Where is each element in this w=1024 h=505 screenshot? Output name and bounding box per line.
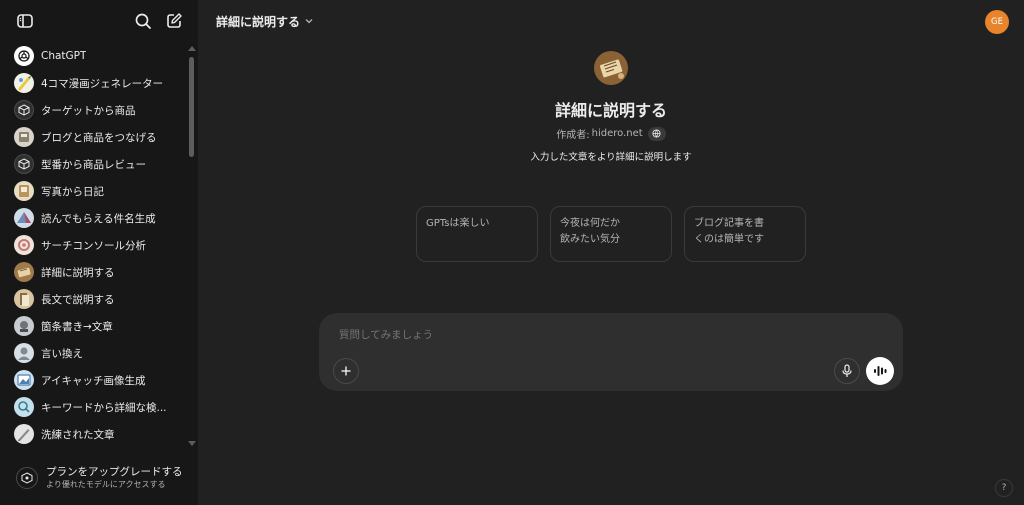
- sidebar-item-label: 型番から商品レビュー: [41, 158, 146, 171]
- sidebar-item-label: ブログと商品をつなげる: [41, 131, 157, 144]
- sidebar-item-subject-generator[interactable]: 読んでもらえる件名生成: [8, 205, 184, 231]
- sidebar-item-eyecatch[interactable]: アイキャッチ画像生成: [8, 367, 184, 393]
- creator-prefix: 作成者:: [556, 130, 590, 141]
- eyecatch-image-icon: [14, 370, 34, 390]
- photo-diary-icon: [14, 181, 34, 201]
- explain-detail-icon: [14, 262, 34, 282]
- dictate-button[interactable]: [834, 358, 860, 384]
- sidebar-item-4koma[interactable]: 4コマ漫画ジェネレーター: [8, 70, 184, 96]
- sidebar-item-label: キーワードから詳細な検...: [41, 401, 167, 414]
- suggestion-card[interactable]: 今夜は何だか 飲みたい気分: [550, 206, 672, 262]
- sidebar-item-paraphrase[interactable]: 言い換え: [8, 340, 184, 366]
- avatar[interactable]: GE: [985, 10, 1009, 34]
- search-button[interactable]: [131, 9, 155, 33]
- globe-icon[interactable]: [647, 126, 666, 141]
- sidebar-item-search-console[interactable]: サーチコンソール分析: [8, 232, 184, 258]
- sidebar-toggle-icon: [17, 14, 33, 28]
- upgrade-plan-button[interactable]: プランをアップグレードする より優れたモデルにアクセスする: [8, 460, 190, 496]
- chevron-down-icon: [305, 19, 313, 24]
- paraphrase-icon: [14, 343, 34, 363]
- new-chat-icon: [167, 13, 182, 28]
- microphone-icon: [842, 364, 852, 377]
- sidebar-item-label: アイキャッチ画像生成: [41, 374, 146, 387]
- gpt-description: 入力した文章をより詳細に説明します: [530, 152, 692, 163]
- sidebar-item-model-review[interactable]: 型番から商品レビュー: [8, 151, 184, 177]
- creator-name: hidero.net: [591, 128, 643, 139]
- cube-icon: [14, 100, 34, 120]
- upgrade-title: プランをアップグレードする: [46, 466, 183, 478]
- sidebar-item-target-product[interactable]: ターゲットから商品: [8, 97, 184, 123]
- sidebar-header: [0, 0, 198, 42]
- voice-waveform-icon: [874, 366, 887, 376]
- long-text-icon: [14, 289, 34, 309]
- sidebar-item-label: 長文で説明する: [41, 293, 115, 306]
- message-composer: [319, 313, 903, 391]
- sidebar-item-explain-detail[interactable]: 詳細に説明する: [8, 259, 184, 285]
- search-icon: [135, 13, 151, 29]
- message-input[interactable]: [339, 327, 839, 343]
- sidebar-item-label: ターゲットから商品: [41, 104, 136, 117]
- suggestion-line2: くのは簡単です: [694, 234, 764, 245]
- sidebar-item-label: 箇条書き→文章: [41, 320, 113, 333]
- sidebar-item-chatgpt[interactable]: ChatGPT: [8, 43, 184, 69]
- upgrade-icon: [16, 467, 38, 489]
- suggestion-card[interactable]: GPTsは楽しい: [416, 206, 538, 262]
- suggestion-line2: 飲みたい気分: [560, 234, 620, 245]
- sidebar-toggle-button[interactable]: [13, 9, 37, 33]
- gpt-list: ChatGPT 4コマ漫画ジェネレーター ターゲットから商品 ブログと商品をつな…: [0, 43, 186, 453]
- avatar-initials: GE: [991, 17, 1003, 27]
- scroll-up-icon[interactable]: [188, 46, 196, 51]
- suggestion-line1: ブログ記事を書: [694, 218, 764, 229]
- sidebar-item-keyword-search[interactable]: キーワードから詳細な検...: [8, 394, 184, 420]
- plus-icon: [341, 366, 351, 376]
- openai-logo-icon: [14, 46, 34, 66]
- creator-line: 作成者: hidero.net: [511, 126, 711, 141]
- sidebar-item-long-text[interactable]: 長文で説明する: [8, 286, 184, 312]
- suggestion-line1: GPTsは楽しい: [426, 218, 490, 229]
- refined-text-icon: [14, 424, 34, 444]
- gpt-title: 詳細に説明する: [554, 101, 667, 120]
- scrollbar-thumb[interactable]: [189, 57, 194, 157]
- sidebar-item-refined-text[interactable]: 洗練された文章: [8, 421, 184, 447]
- bullets-to-text-icon: [14, 316, 34, 336]
- sidebar-item-label: 洗練された文章: [41, 428, 115, 441]
- gpt-avatar-image: [594, 51, 628, 85]
- sidebar-item-blog-product[interactable]: ブログと商品をつなげる: [8, 124, 184, 150]
- sidebar-item-label: ChatGPT: [41, 50, 87, 62]
- sidebar-item-label: 写真から日記: [41, 185, 104, 198]
- model-selector[interactable]: 詳細に説明する: [210, 10, 320, 32]
- sidebar-item-label: 読んでもらえる件名生成: [41, 212, 156, 225]
- sidebar-item-label: 詳細に説明する: [41, 266, 115, 279]
- sidebar: ChatGPT 4コマ漫画ジェネレーター ターゲットから商品 ブログと商品をつな…: [0, 0, 198, 505]
- subject-generator-icon: [14, 208, 34, 228]
- cube-icon: [14, 154, 34, 174]
- sidebar-scrollbar[interactable]: [187, 43, 196, 453]
- scroll-down-icon[interactable]: [188, 441, 196, 446]
- sidebar-item-photo-diary[interactable]: 写真から日記: [8, 178, 184, 204]
- main-panel: 詳細に説明する GE 詳細に説明する 作成者: hidero.net 入力した文…: [198, 0, 1024, 505]
- comic-generator-icon: [14, 73, 34, 93]
- search-console-icon: [14, 235, 34, 255]
- help-button[interactable]: ?: [995, 479, 1013, 497]
- sidebar-item-label: 4コマ漫画ジェネレーター: [41, 77, 164, 90]
- new-chat-button[interactable]: [162, 9, 186, 33]
- attach-button[interactable]: [333, 358, 359, 384]
- blog-product-icon: [14, 127, 34, 147]
- help-label: ?: [1001, 483, 1007, 493]
- sidebar-item-label: 言い換え: [41, 347, 83, 360]
- upgrade-subtitle: より優れたモデルにアクセスする: [46, 480, 166, 489]
- keyword-search-icon: [14, 397, 34, 417]
- sidebar-item-bullets-to-text[interactable]: 箇条書き→文章: [8, 313, 184, 339]
- sidebar-item-label: サーチコンソール分析: [41, 239, 146, 252]
- suggestion-line1: 今夜は何だか: [560, 218, 620, 229]
- suggestion-card[interactable]: ブログ記事を書 くのは簡単です: [684, 206, 806, 262]
- model-selector-label: 詳細に説明する: [216, 14, 301, 29]
- voice-mode-button[interactable]: [866, 357, 894, 385]
